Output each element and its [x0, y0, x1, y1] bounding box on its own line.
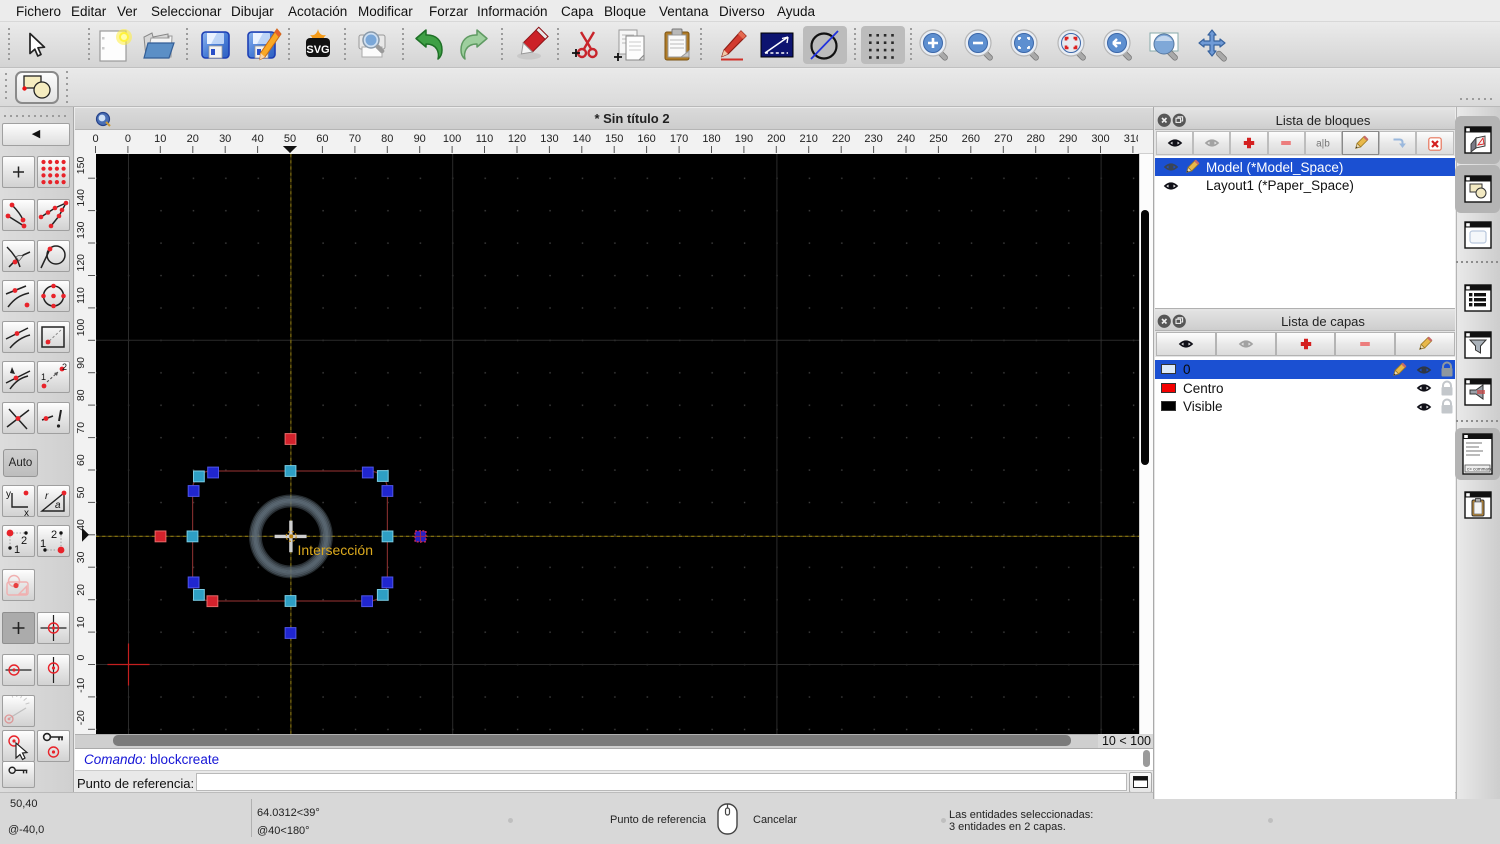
svg-text:1: 1 [41, 372, 46, 382]
svg-text:120: 120 [75, 254, 87, 272]
svg-text:40: 40 [251, 133, 263, 145]
svg-text:30: 30 [75, 551, 87, 563]
svg-text:60: 60 [75, 454, 87, 466]
svg-text:140: 140 [75, 189, 87, 207]
svg-text:200: 200 [767, 133, 785, 145]
svg-text:10: 10 [154, 133, 166, 145]
svg-text:100: 100 [443, 133, 461, 145]
svg-text:240: 240 [897, 133, 915, 145]
svg-text:2: 2 [51, 529, 57, 541]
svg-text:0: 0 [125, 133, 131, 145]
svg-text:80: 80 [75, 389, 87, 401]
svg-text:60: 60 [316, 133, 328, 145]
svg-text:100: 100 [75, 319, 87, 337]
svg-text:190: 190 [735, 133, 753, 145]
svg-text:90: 90 [414, 133, 426, 145]
svg-text:150: 150 [75, 157, 87, 175]
svg-text:1: 1 [14, 544, 20, 556]
svg-text:130: 130 [75, 221, 87, 239]
svg-text:20: 20 [75, 584, 87, 596]
svg-text:140: 140 [573, 133, 591, 145]
svg-text:SVG: SVG [306, 44, 329, 56]
svg-text:-10: -10 [75, 678, 87, 693]
svg-text:160: 160 [637, 133, 655, 145]
svg-text:290: 290 [1059, 133, 1077, 145]
svg-text:230: 230 [864, 133, 882, 145]
svg-text:180: 180 [702, 133, 720, 145]
svg-text:r: r [45, 491, 49, 502]
svg-text:70: 70 [349, 133, 361, 145]
svg-text:a|b: a|b [1317, 139, 1331, 150]
svg-text:280: 280 [1027, 133, 1045, 145]
svg-text:2: 2 [62, 362, 67, 372]
svg-text:0: 0 [92, 133, 98, 145]
svg-text:90: 90 [75, 357, 87, 369]
svg-text:310: 310 [1124, 133, 1138, 145]
svg-text:80: 80 [381, 133, 393, 145]
svg-text:270: 270 [994, 133, 1012, 145]
svg-text:150: 150 [605, 133, 623, 145]
svg-text:170: 170 [670, 133, 688, 145]
svg-text:260: 260 [962, 133, 980, 145]
svg-text:40: 40 [75, 519, 87, 531]
svg-text:20: 20 [187, 133, 199, 145]
svg-text:0: 0 [75, 655, 87, 661]
svg-text:210: 210 [800, 133, 818, 145]
svg-text:c> command: c> command [1467, 467, 1493, 472]
svg-text:a: a [55, 500, 61, 511]
svg-text:110: 110 [75, 287, 87, 304]
svg-text:30: 30 [219, 133, 231, 145]
svg-text:130: 130 [540, 133, 558, 145]
svg-text:300: 300 [1091, 133, 1109, 145]
svg-text:-20: -20 [75, 710, 87, 725]
svg-text:250: 250 [929, 133, 947, 145]
svg-text:50: 50 [75, 487, 87, 499]
svg-text:220: 220 [832, 133, 850, 145]
svg-text:1: 1 [40, 538, 46, 550]
svg-text:x: x [24, 508, 29, 517]
svg-text:10: 10 [75, 616, 87, 628]
svg-text:2: 2 [21, 535, 27, 547]
svg-text:110: 110 [476, 133, 494, 145]
svg-text:50: 50 [284, 133, 296, 145]
svg-text:y: y [6, 489, 11, 500]
svg-text:120: 120 [508, 133, 526, 145]
svg-text:Intersección: Intersección [297, 542, 372, 558]
svg-text:70: 70 [75, 422, 87, 434]
